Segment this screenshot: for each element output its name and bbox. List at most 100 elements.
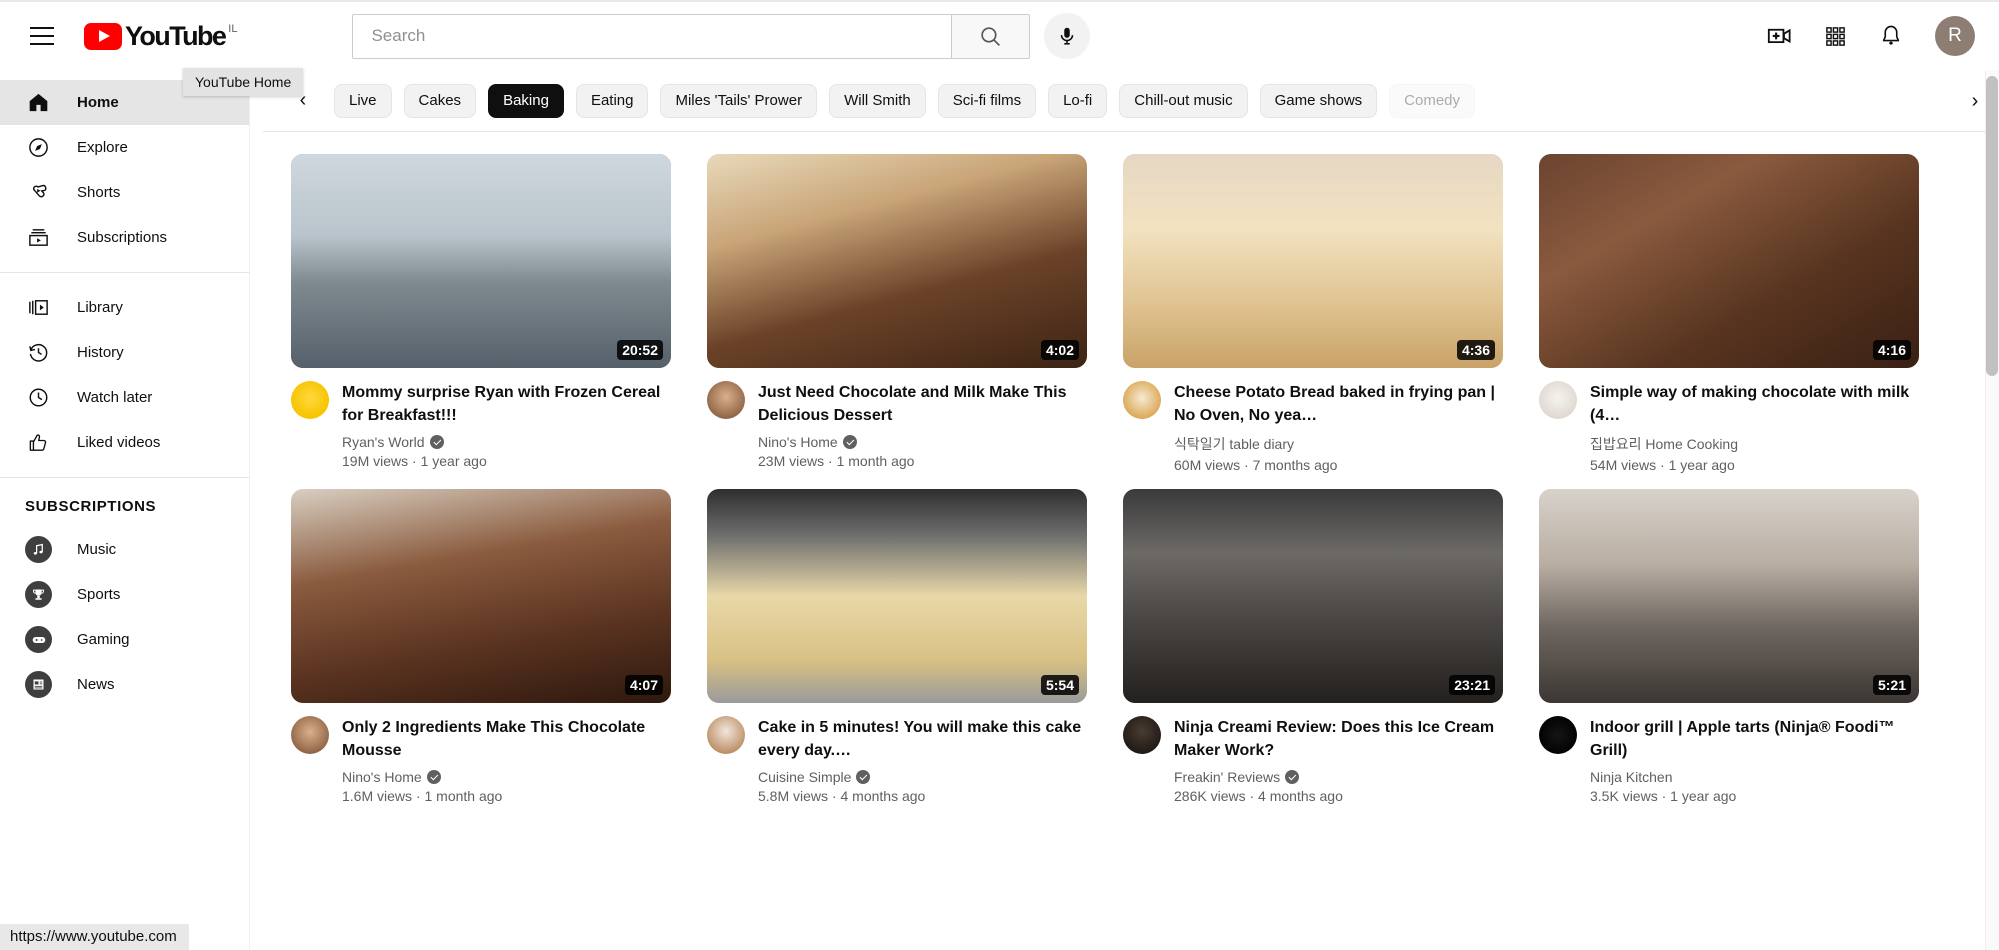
video-duration: 23:21 <box>1449 675 1495 695</box>
channel-avatar[interactable] <box>1123 381 1161 419</box>
video-thumbnail[interactable]: 4:02 <box>707 154 1087 368</box>
sidebar-item-music[interactable]: Music <box>0 527 249 572</box>
sidebar-item-gaming[interactable]: Gaming <box>0 617 249 662</box>
channel-name[interactable]: Cuisine Simple <box>758 769 851 785</box>
video-title[interactable]: Cake in 5 minutes! You will make this ca… <box>758 716 1087 762</box>
sidebar-item-watch-later[interactable]: Watch later <box>0 375 249 420</box>
stats-separator: · <box>412 788 424 804</box>
filter-chip[interactable]: Game shows <box>1260 84 1378 118</box>
filter-chip[interactable]: Comedy <box>1389 84 1475 118</box>
video-info: Cheese Potato Bread baked in frying pan … <box>1174 381 1503 473</box>
video-duration: 4:16 <box>1873 340 1911 360</box>
filter-chip[interactable]: Lo-fi <box>1048 84 1107 118</box>
voice-search-button[interactable] <box>1044 13 1090 59</box>
video-thumbnail[interactable]: 4:36 <box>1123 154 1503 368</box>
filter-chip[interactable]: Will Smith <box>829 84 926 118</box>
channel-name[interactable]: Nino's Home <box>758 434 838 450</box>
video-card[interactable]: 4:16 Simple way of making chocolate with … <box>1539 154 1919 473</box>
hamburger-icon[interactable] <box>22 16 62 56</box>
filter-chip[interactable]: Cakes <box>404 84 477 118</box>
filter-chip[interactable]: Chill-out music <box>1119 84 1247 118</box>
video-card[interactable]: 5:21 Indoor grill | Apple tarts (Ninja® F… <box>1539 489 1919 804</box>
video-info: Simple way of making chocolate with milk… <box>1590 381 1919 473</box>
video-meta: Cheese Potato Bread baked in frying pan … <box>1123 381 1503 473</box>
video-meta: Cake in 5 minutes! You will make this ca… <box>707 716 1087 804</box>
filter-chip[interactable]: Sci-fi films <box>938 84 1036 118</box>
channel-avatar[interactable] <box>1539 381 1577 419</box>
create-video-button[interactable] <box>1757 14 1801 58</box>
video-meta: Ninja Creami Review: Does this Ice Cream… <box>1123 716 1503 804</box>
channel-avatar[interactable] <box>707 381 745 419</box>
video-stats: 1.6M views · 1 month ago <box>342 788 671 804</box>
search-button[interactable] <box>952 14 1030 59</box>
filter-chip[interactable]: Baking <box>488 84 564 118</box>
video-card[interactable]: 23:21 Ninja Creami Review: Does this Ice … <box>1123 489 1503 804</box>
upload-age: 1 month ago <box>837 453 915 469</box>
video-card[interactable]: 5:54 Cake in 5 minutes! You will make thi… <box>707 489 1087 804</box>
sidebar-item-shorts[interactable]: Shorts <box>0 170 249 215</box>
clock-icon <box>25 385 51 411</box>
filter-chip[interactable]: Live <box>334 84 392 118</box>
stats-separator: · <box>824 453 836 469</box>
video-duration: 5:21 <box>1873 675 1911 695</box>
sidebar-item-news[interactable]: News <box>0 662 249 707</box>
video-thumbnail[interactable]: 5:54 <box>707 489 1087 703</box>
sidebar-item-history[interactable]: History <box>0 330 249 375</box>
video-thumbnail[interactable]: 23:21 <box>1123 489 1503 703</box>
sidebar-item-label: News <box>77 676 115 693</box>
stats-separator: · <box>828 788 840 804</box>
sidebar-item-liked-videos[interactable]: Liked videos <box>0 420 249 465</box>
video-card[interactable]: 4:02 Just Need Chocolate and Milk Make Th… <box>707 154 1087 473</box>
video-title[interactable]: Ninja Creami Review: Does this Ice Cream… <box>1174 716 1503 762</box>
video-thumbnail[interactable]: 20:52 <box>291 154 671 368</box>
sidebar-item-subscriptions[interactable]: Subscriptions <box>0 215 249 260</box>
sidebar-item-explore[interactable]: Explore <box>0 125 249 170</box>
channel-avatar[interactable] <box>291 381 329 419</box>
notifications-button[interactable] <box>1869 14 1913 58</box>
channel-name[interactable]: 집밥요리 Home Cooking <box>1590 434 1738 454</box>
channel-name[interactable]: Nino's Home <box>342 769 422 785</box>
channel-name[interactable]: Ryan's World <box>342 434 425 450</box>
video-card[interactable]: 4:07 Only 2 Ingredients Make This Chocola… <box>291 489 671 804</box>
stats-separator: · <box>1656 457 1668 473</box>
video-card[interactable]: 4:36 Cheese Potato Bread baked in frying … <box>1123 154 1503 473</box>
sidebar: Home Explore Shorts <box>0 70 250 950</box>
channel-avatar[interactable] <box>291 716 329 754</box>
music-note-icon <box>25 536 52 563</box>
youtube-logo[interactable]: YouTube IL <box>84 23 237 50</box>
channel-avatar[interactable] <box>1539 716 1577 754</box>
filter-chip[interactable]: Miles 'Tails' Prower <box>660 84 817 118</box>
page-scrollbar-thumb[interactable] <box>1986 76 1998 376</box>
video-duration: 20:52 <box>617 340 663 360</box>
thumbnail-art <box>291 154 671 368</box>
video-title[interactable]: Only 2 Ingredients Make This Chocolate M… <box>342 716 671 762</box>
video-title[interactable]: Simple way of making chocolate with milk… <box>1590 381 1919 427</box>
search-input[interactable] <box>353 26 951 46</box>
filter-chip[interactable]: Eating <box>576 84 649 118</box>
video-card[interactable]: 20:52 Mommy surprise Ryan with Frozen Cer… <box>291 154 671 473</box>
upload-age: 4 months ago <box>840 788 925 804</box>
shorts-icon <box>25 180 51 206</box>
video-title[interactable]: Indoor grill | Apple tarts (Ninja® Foodi… <box>1590 716 1919 762</box>
video-duration: 5:54 <box>1041 675 1079 695</box>
video-title[interactable]: Mommy surprise Ryan with Frozen Cereal f… <box>342 381 671 427</box>
upload-age: 4 months ago <box>1258 788 1343 804</box>
search-box[interactable] <box>352 14 952 59</box>
sidebar-item-label: Library <box>77 299 123 316</box>
apps-button[interactable] <box>1813 14 1857 58</box>
video-title[interactable]: Cheese Potato Bread baked in frying pan … <box>1174 381 1503 427</box>
sidebar-item-sports[interactable]: Sports <box>0 572 249 617</box>
channel-name[interactable]: Ninja Kitchen <box>1590 769 1673 785</box>
avatar[interactable]: R <box>1935 16 1975 56</box>
channel-name[interactable]: 식탁일기 table diary <box>1174 434 1294 454</box>
channel-row: Ryan's World <box>342 434 671 450</box>
video-thumbnail[interactable]: 5:21 <box>1539 489 1919 703</box>
sidebar-item-library[interactable]: Library <box>0 285 249 330</box>
sidebar-secondary-section: Library History Watch later <box>0 285 249 465</box>
channel-avatar[interactable] <box>1123 716 1161 754</box>
channel-name[interactable]: Freakin' Reviews <box>1174 769 1280 785</box>
video-thumbnail[interactable]: 4:16 <box>1539 154 1919 368</box>
video-thumbnail[interactable]: 4:07 <box>291 489 671 703</box>
channel-avatar[interactable] <box>707 716 745 754</box>
video-title[interactable]: Just Need Chocolate and Milk Make This D… <box>758 381 1087 427</box>
